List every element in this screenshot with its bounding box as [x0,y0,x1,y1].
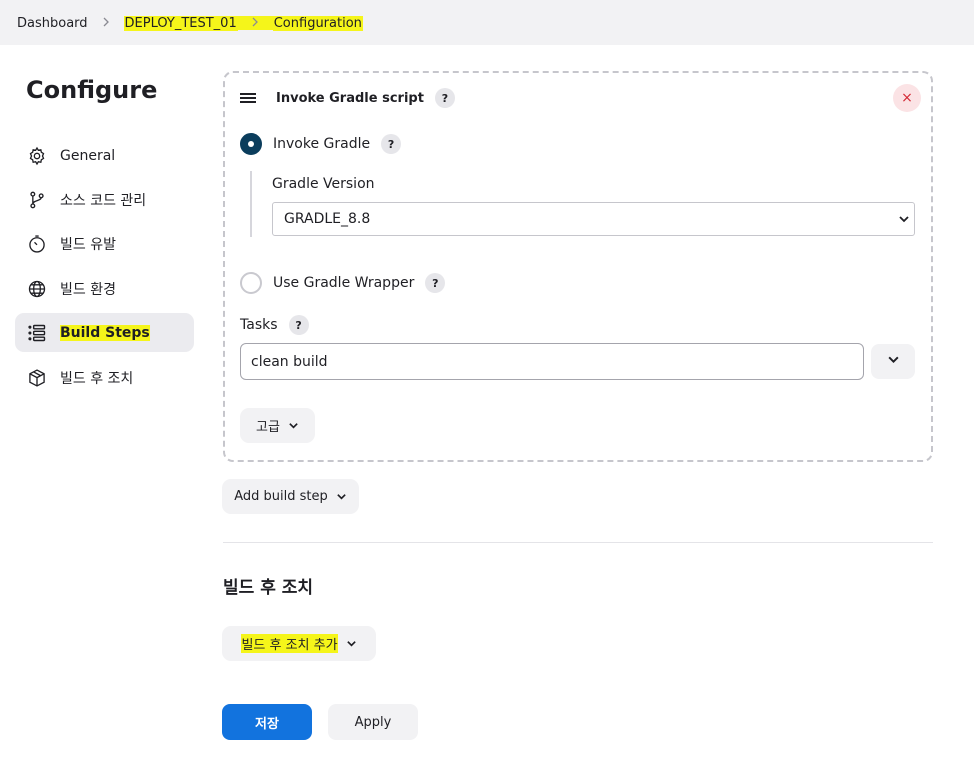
use-gradle-wrapper-label: Use Gradle Wrapper [273,275,415,291]
use-gradle-wrapper-option[interactable]: Use Gradle Wrapper ? [240,272,446,294]
chevron-down-icon [898,213,910,225]
apply-button[interactable]: Apply [328,704,418,740]
chevron-down-icon [336,491,347,502]
chevron-right-icon [237,16,273,30]
sidebar-title: Configure [26,76,158,104]
help-icon[interactable]: ? [434,88,455,108]
post-build-section-title: 빌드 후 조치 [223,578,314,598]
sidebar-item-label: 소스 코드 관리 [60,192,147,209]
add-build-step-label: Add build step [234,489,328,504]
top-bar: Dashboard DEPLOY_TEST_01 Configuration [0,0,974,45]
sidebar-item-label: 빌드 후 조치 [60,370,134,387]
breadcrumb-job[interactable]: DEPLOY_TEST_01 [123,15,238,31]
sidebar-item-label: 빌드 유발 [60,236,116,253]
sidebar-item-build-steps[interactable]: Build Steps [15,313,194,352]
chevron-down-icon [346,638,357,649]
invoke-gradle-label: Invoke Gradle [273,136,371,152]
gradle-version-label: Gradle Version [272,176,375,192]
tasks-label-row: Tasks ? [240,315,309,335]
help-icon[interactable]: ? [288,315,309,335]
save-button[interactable]: 저장 [222,704,312,740]
section-divider [223,542,933,543]
chevron-right-icon [89,16,124,30]
build-step-header: Invoke Gradle script ? [240,88,455,108]
drag-handle-icon[interactable] [240,91,256,105]
git-branch-icon [26,189,48,211]
use-gradle-wrapper-radio[interactable] [240,272,262,294]
advanced-button[interactable]: 고급 [240,408,315,443]
sidebar-item-label: General [60,147,116,164]
chevron-down-icon [288,420,299,431]
sidebar-item-post-build[interactable]: 빌드 후 조치 [15,358,194,397]
invoke-gradle-radio[interactable] [240,133,262,155]
sidebar-item-triggers[interactable]: 빌드 유발 [15,224,194,263]
clock-icon [26,233,48,255]
breadcrumb: Dashboard DEPLOY_TEST_01 Configuration [16,13,363,33]
expand-tasks-button[interactable] [871,344,915,379]
advanced-label: 고급 [256,420,280,435]
gear-icon [26,145,48,167]
invoke-gradle-option[interactable]: Invoke Gradle ? [240,133,402,155]
build-step-title: Invoke Gradle script [276,90,424,106]
sidebar-item-label: 빌드 환경 [60,281,116,298]
globe-icon [26,278,48,300]
tasks-input[interactable]: clean build [240,343,864,380]
package-icon [26,367,48,389]
sidebar-item-general[interactable]: General [15,136,194,175]
help-icon[interactable]: ? [425,273,446,293]
gradle-version-select[interactable]: GRADLE_8.8 [272,202,915,236]
option-rail [250,171,252,237]
list-icon [26,322,48,344]
tasks-value: clean build [251,353,328,370]
gradle-version-value: GRADLE_8.8 [284,211,371,227]
add-post-build-action-label: 빌드 후 조치 추가 [241,634,338,653]
add-post-build-action-button[interactable]: 빌드 후 조치 추가 [222,626,376,661]
sidebar-item-label: Build Steps [60,324,150,341]
sidebar-item-environment[interactable]: 빌드 환경 [15,269,194,308]
add-build-step-button[interactable]: Add build step [222,479,359,514]
tasks-label: Tasks [240,317,278,333]
chevron-down-icon [887,353,900,370]
close-icon[interactable]: × [893,84,921,112]
help-icon[interactable]: ? [381,134,402,154]
breadcrumb-dashboard[interactable]: Dashboard [16,16,89,31]
breadcrumb-configuration[interactable]: Configuration [272,15,363,31]
build-step-card [223,71,933,462]
sidebar-item-scm[interactable]: 소스 코드 관리 [15,180,194,219]
